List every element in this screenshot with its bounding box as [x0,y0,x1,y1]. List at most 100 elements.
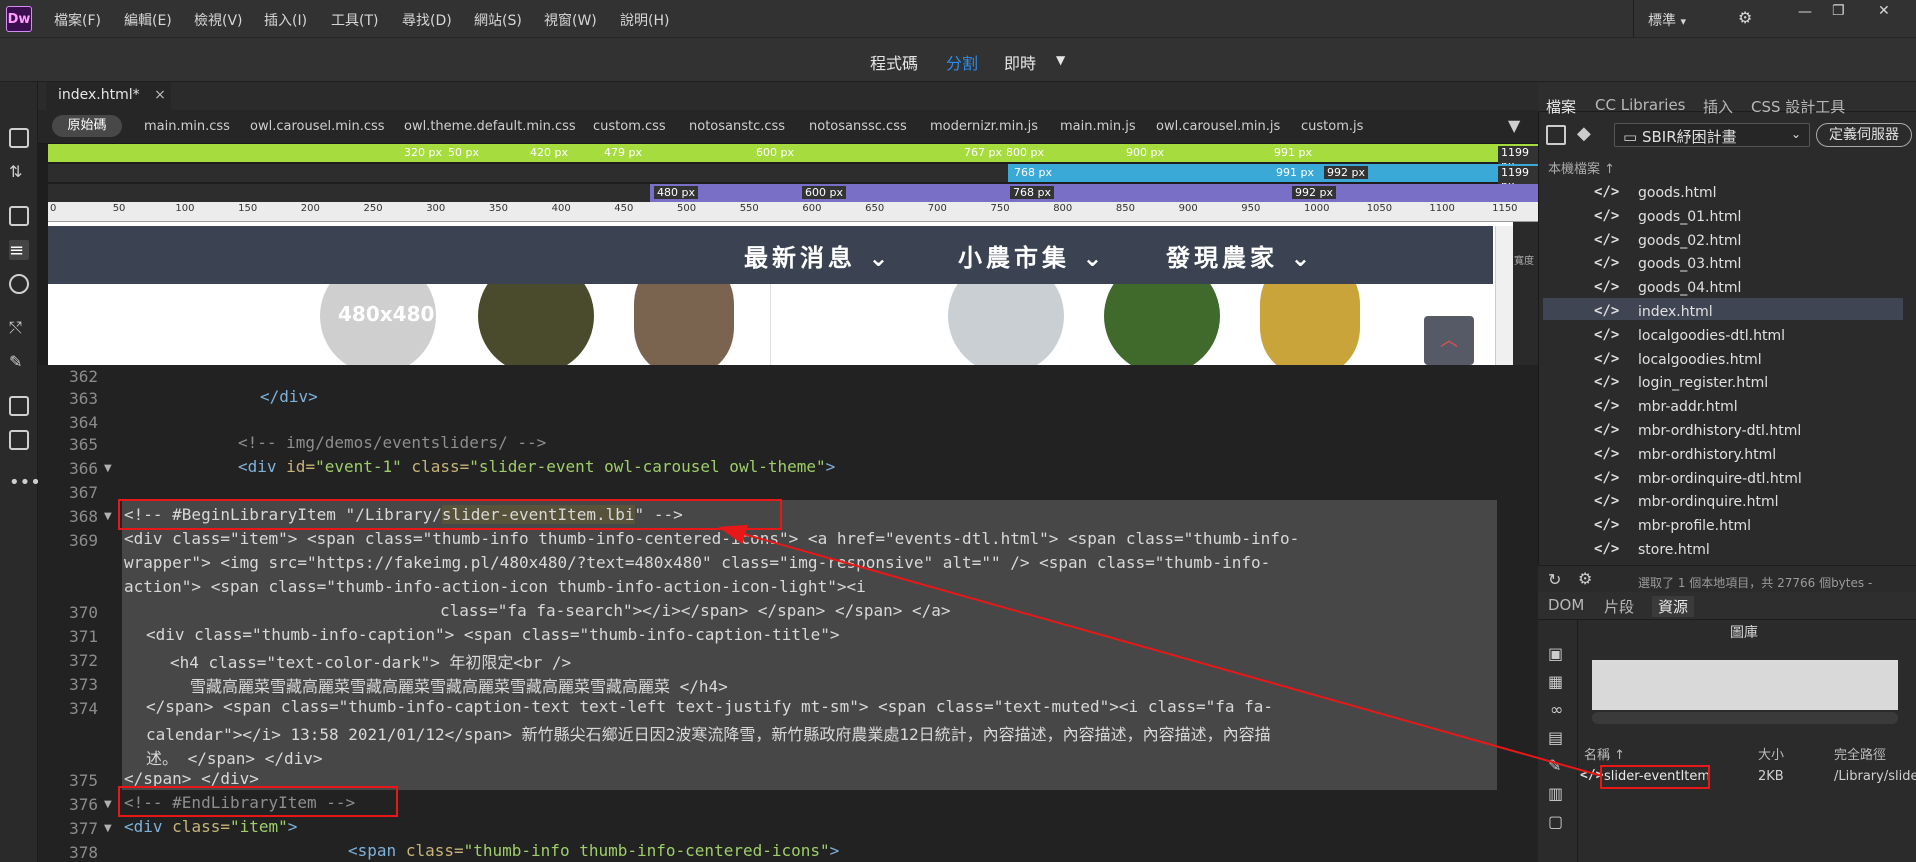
media-query-bar-1[interactable]: 320 px 50 px 420 px 479 px 600 px 767 px… [48,144,1538,172]
more-tools-icon[interactable]: ••• [9,472,41,493]
column-size[interactable]: 大小 [1758,744,1784,763]
media-icon[interactable]: ▤ [1548,728,1563,747]
menu-tools[interactable]: 工具(T) [331,10,378,30]
file-item[interactable]: index.html [1638,304,1713,320]
settings-icon[interactable]: ⚙ [1578,569,1592,588]
menu-help[interactable]: 說明(H) [620,10,669,30]
file-management-icon[interactable]: ⇅ [9,162,29,182]
template-icon[interactable]: ▥ [1548,784,1563,803]
code-text: </div> [260,387,318,406]
file-item[interactable]: mbr-profile.html [1638,518,1751,534]
related-file[interactable]: custom.css [593,119,666,134]
file-item[interactable]: mbr-addr.html [1638,399,1738,415]
tab-dom[interactable]: DOM [1548,596,1584,614]
fold-icon[interactable]: ▼ [104,511,112,522]
script-icon[interactable]: ✎ [1548,756,1561,775]
file-item[interactable]: mbr-ordhistory.html [1638,447,1776,463]
image-icon[interactable]: ▣ [1548,644,1563,663]
nav-item-news[interactable]: 最新消息 ⌄ [744,238,892,273]
wrap-tag-icon[interactable] [9,396,29,416]
file-item[interactable]: goods_03.html [1638,256,1741,272]
ruler-tick: 50 [112,203,126,214]
tab-files[interactable]: 檔案 [1546,96,1576,117]
column-path[interactable]: 完全路徑 [1834,744,1886,763]
nav-item-market[interactable]: 小農市集 ⌄ [958,238,1106,273]
tab-cc-libraries[interactable]: CC Libraries [1595,96,1686,114]
file-item[interactable]: store.html [1638,542,1710,558]
recent-snippets-icon[interactable] [9,430,29,450]
menu-view[interactable]: 檢視(V) [194,10,243,30]
tab-insert[interactable]: 插入 [1703,96,1733,117]
file-item[interactable]: goods_01.html [1638,209,1741,225]
menu-find[interactable]: 尋找(D) [402,10,452,30]
mode-code[interactable]: 程式碼 [870,50,918,74]
close-tab-icon[interactable]: × [154,87,166,103]
menu-window[interactable]: 視窗(W) [544,10,597,30]
connect-icon[interactable] [1546,125,1566,145]
apply-comment-icon[interactable]: ✎ [9,352,29,372]
tab-assets[interactable]: 資源 [1652,596,1695,617]
inspect-icon[interactable] [9,274,29,294]
related-file[interactable]: notosanssc.css [809,119,907,134]
file-item[interactable]: goods_02.html [1638,233,1741,249]
related-file[interactable]: owl.theme.default.min.css [404,119,576,134]
gear-icon[interactable]: ⚙ [1738,8,1752,27]
minimize-icon[interactable]: — [1798,4,1812,20]
related-file[interactable]: custom.js [1301,119,1363,134]
open-documents-icon[interactable] [9,128,29,148]
media-query-bar-3[interactable]: 480 px 600 px 768 px 992 px [48,184,1538,202]
define-server-button[interactable]: 定義伺服器 [1816,123,1912,147]
mq-label: 991 px [1274,146,1312,159]
document-tab[interactable]: index.html* × [46,82,171,110]
preview-scrollbar[interactable] [1592,712,1898,724]
collapse-tag-icon[interactable]: ⤲ [9,318,29,338]
menu-file[interactable]: 檔案(F) [54,10,101,30]
column-name[interactable]: 名稱 ↑ [1584,744,1625,763]
scroll-top-button[interactable]: ︿ [1424,316,1474,365]
source-code-button[interactable]: 原始碼 [52,115,122,137]
tab-css-designer[interactable]: CSS 設計工具 [1751,96,1845,117]
format-source-icon[interactable]: ≡ [9,240,29,261]
file-item[interactable]: mbr-ordhistory-dtl.html [1638,423,1801,439]
fold-icon[interactable]: ▼ [104,799,112,810]
fold-icon[interactable]: ▼ [104,823,112,834]
filter-icon[interactable]: ▼ [1508,116,1520,135]
mode-dropdown-icon[interactable]: ▼ [1056,53,1065,67]
related-file[interactable]: modernizr.min.js [930,119,1038,134]
code-line-366: <div id="event-1" class="slider-event ow… [238,457,835,476]
menu-site[interactable]: 網站(S) [474,10,522,30]
related-file[interactable]: main.min.css [144,119,230,134]
refresh-icon[interactable]: ↻ [1548,570,1561,589]
file-item[interactable]: goods.html [1638,185,1717,201]
related-file[interactable]: main.min.js [1060,119,1136,134]
file-item[interactable]: login_register.html [1638,375,1768,391]
tab-snippets[interactable]: 片段 [1604,596,1634,617]
git-icon[interactable]: ◆ [1577,123,1591,144]
file-item[interactable]: mbr-ordinquire-dtl.html [1638,471,1802,487]
close-icon[interactable]: ✕ [1878,3,1890,19]
nav-item-farmers[interactable]: 發現農家 ⌄ [1166,238,1314,273]
live-view-scrollbar[interactable] [1495,226,1513,365]
link-icon[interactable]: ∞ [1550,700,1563,719]
menu-edit[interactable]: 編輯(E) [124,10,172,30]
mode-split[interactable]: 分割 [946,50,978,74]
restore-icon[interactable]: ❐ [1832,3,1845,19]
media-query-bar-2[interactable]: 768 px 991 px 992 px 1199 px [48,164,1538,192]
related-file[interactable]: owl.carousel.min.js [1156,119,1280,134]
workspace-switcher[interactable]: 標準 ▾ [1648,10,1686,30]
fold-icon[interactable]: ▼ [104,463,112,474]
file-item[interactable]: mbr-ordinquire.html [1638,494,1778,510]
ruler-tick: 350 [488,203,508,214]
file-item[interactable]: localgoodies.html [1638,352,1762,368]
color-icon[interactable]: ▦ [1548,672,1563,691]
file-item[interactable]: localgoodies-dtl.html [1638,328,1785,344]
related-file[interactable]: owl.carousel.min.css [250,119,385,134]
mq-label: 600 px [756,146,794,159]
related-file[interactable]: notosanstc.css [689,119,785,134]
mode-live[interactable]: 即時 [1004,50,1036,74]
live-code-icon[interactable] [9,206,29,226]
library-icon[interactable]: ▢ [1548,812,1563,831]
menu-insert[interactable]: 插入(I) [264,10,307,30]
file-item[interactable]: goods_04.html [1638,280,1741,296]
site-dropdown[interactable]: ▭ SBIR紓困計畫 ⌄ [1614,123,1810,147]
